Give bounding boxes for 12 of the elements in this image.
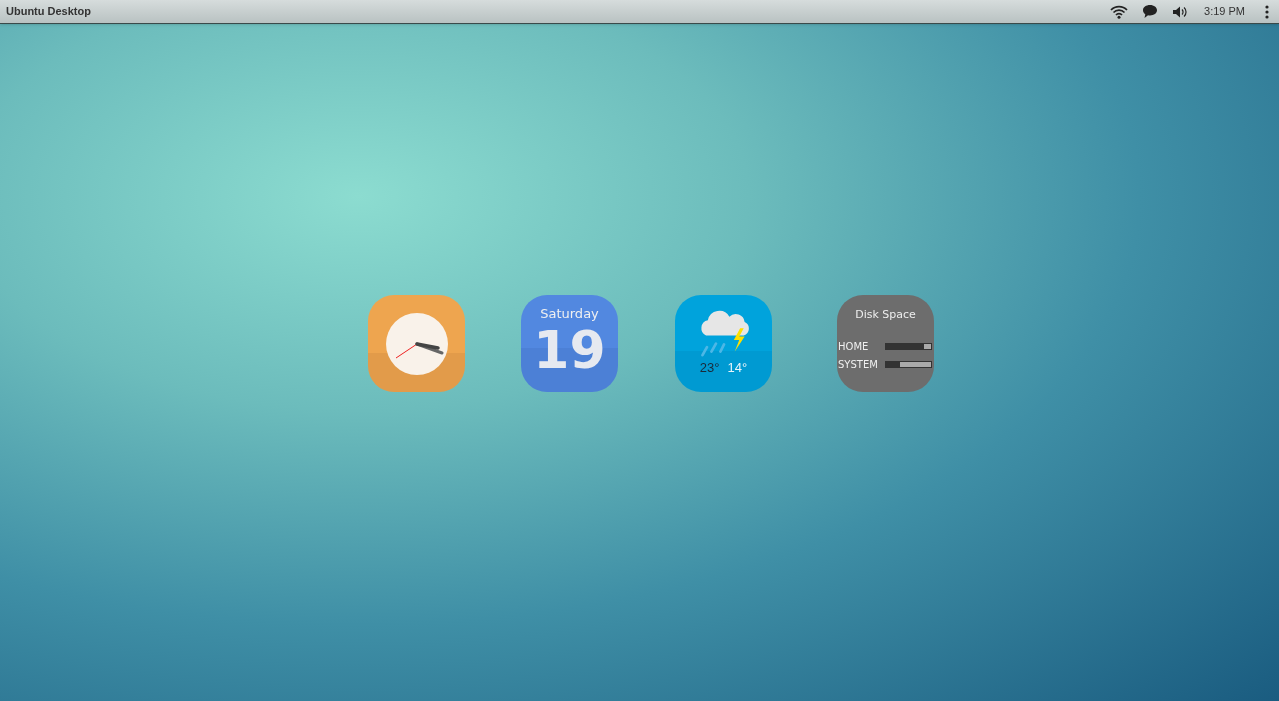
widget-title: Disk Space [854, 307, 917, 323]
day-number: 19 [533, 322, 606, 378]
weekday-text: Saturday [540, 306, 599, 322]
weather-widget[interactable]: 23° 14° [675, 295, 772, 392]
low-temperature: 14° [727, 361, 748, 375]
disk-space-widget[interactable]: Disk Space HOME SYSTEM [837, 295, 934, 392]
drive-label: HOME [838, 340, 870, 354]
high-temperature: 23° [699, 361, 720, 375]
calendar-widget[interactable]: Saturday 19 [521, 295, 618, 392]
app-title: Ubuntu Desktop [6, 4, 91, 20]
drive-label: SYSTEM [838, 358, 879, 372]
clock-text[interactable]: 3:19 PM [1204, 3, 1245, 20]
